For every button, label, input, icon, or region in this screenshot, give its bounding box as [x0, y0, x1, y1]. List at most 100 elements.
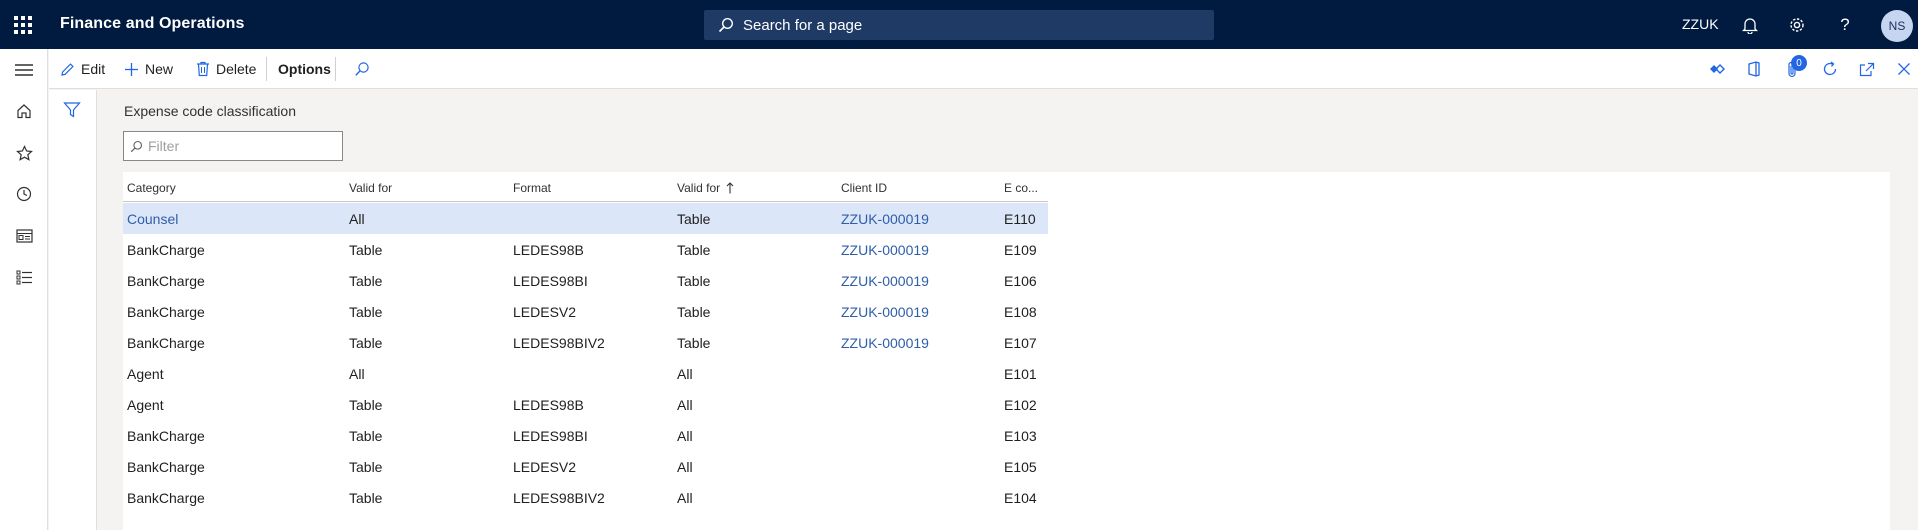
cell-category: Agent — [127, 366, 164, 382]
cell-valid-for-type: All — [677, 428, 693, 444]
toolbar-separator — [266, 57, 267, 81]
power-apps-icon[interactable] — [1706, 58, 1728, 80]
page-search-box[interactable]: Search for a page — [704, 10, 1214, 40]
cell-category: BankCharge — [127, 335, 205, 351]
cell-e-code: E108 — [1004, 304, 1037, 320]
cell-category: BankCharge — [127, 490, 205, 506]
refresh-icon[interactable] — [1819, 58, 1841, 80]
cell-valid-for: All — [349, 366, 365, 382]
cell-format: LEDES98BIV2 — [513, 490, 605, 506]
column-header-valid-for[interactable]: Valid for — [349, 181, 392, 195]
office-icon[interactable] — [1743, 58, 1765, 80]
delete-label: Delete — [216, 61, 257, 77]
table-row[interactable]: Agent Table LEDES98B All E102 — [123, 389, 1048, 420]
user-avatar[interactable]: NS — [1881, 10, 1913, 42]
trash-icon — [197, 61, 209, 77]
page-title: Expense code classification — [124, 103, 296, 119]
table-row[interactable]: BankCharge Table LEDES98BIV2 Table ZZUK-0000… — [123, 327, 1048, 358]
cell-e-code: E110 — [1004, 211, 1036, 227]
cell-valid-for: Table — [349, 490, 383, 506]
cell-valid-for-type: Table — [677, 304, 711, 320]
filter-input[interactable] — [148, 138, 338, 154]
cell-client-id[interactable]: ZZUK-000019 — [841, 304, 929, 320]
options-tab[interactable]: Options — [278, 49, 331, 89]
cell-valid-for-type: Table — [677, 335, 711, 351]
cell-format: LEDES98B — [513, 242, 584, 258]
delete-button[interactable]: Delete — [196, 49, 256, 89]
cell-category: BankCharge — [127, 459, 205, 475]
cell-valid-for: Table — [349, 273, 383, 289]
search-icon — [718, 17, 734, 33]
sort-ascending-arrow-icon — [726, 182, 734, 194]
cell-valid-for: Table — [349, 428, 383, 444]
cell-client-id[interactable]: ZZUK-000019 — [841, 242, 929, 258]
cell-valid-for-type: All — [677, 366, 693, 382]
recent-clock-icon[interactable] — [13, 183, 35, 205]
workspaces-icon[interactable] — [13, 225, 35, 247]
company-picker[interactable]: ZZUK — [1682, 16, 1719, 32]
column-header-valid-for-sorted[interactable]: Valid for — [677, 181, 734, 195]
cell-valid-for: Table — [349, 397, 383, 413]
table-row[interactable]: Counsel All Table ZZUK-000019 E110 — [123, 203, 1048, 234]
cell-valid-for-type: Table — [677, 211, 711, 227]
left-navigation-rail — [0, 49, 48, 530]
settings-gear-icon[interactable] — [1786, 14, 1808, 36]
table-row[interactable]: BankCharge Table LEDESV2 All E105 — [123, 451, 1048, 482]
hamburger-menu-icon[interactable] — [13, 59, 35, 81]
cell-valid-for-type: All — [677, 459, 693, 475]
app-title[interactable]: Finance and Operations — [60, 15, 244, 33]
modules-list-icon[interactable] — [13, 266, 35, 288]
column-header-format[interactable]: Format — [513, 181, 551, 195]
cell-category: Agent — [127, 397, 164, 413]
column-header-label: Valid for — [677, 181, 721, 195]
cell-client-id[interactable]: ZZUK-000019 — [841, 335, 929, 351]
cell-e-code: E102 — [1004, 397, 1037, 413]
table-row[interactable]: BankCharge Table LEDES98B Table ZZUK-000019 E… — [123, 234, 1048, 265]
cell-e-code: E104 — [1004, 490, 1037, 506]
cell-format: LEDESV2 — [513, 304, 577, 320]
column-header-category[interactable]: Category — [127, 181, 176, 195]
top-navigation-bar: Finance and Operations Search for a page… — [0, 0, 1918, 49]
edit-button[interactable]: Edit — [60, 49, 105, 89]
cell-client-id[interactable]: ZZUK-000019 — [841, 211, 929, 227]
cell-e-code: E109 — [1004, 242, 1037, 258]
grid-filter-field[interactable] — [123, 131, 343, 161]
filter-funnel-icon[interactable] — [63, 101, 81, 122]
cell-e-code: E106 — [1004, 273, 1037, 289]
table-row[interactable]: Agent All All E101 — [123, 358, 1048, 389]
plus-icon — [125, 62, 138, 76]
column-header-e-code[interactable]: E co... — [1004, 181, 1038, 195]
cell-category: BankCharge — [127, 242, 205, 258]
cell-valid-for: Table — [349, 242, 383, 258]
edit-label: Edit — [81, 61, 106, 77]
cell-valid-for: Table — [349, 459, 383, 475]
notifications-bell-icon[interactable] — [1739, 14, 1761, 36]
edit-pencil-icon — [61, 62, 74, 76]
cell-client-id[interactable]: ZZUK-000019 — [841, 273, 929, 289]
search-icon — [355, 62, 369, 76]
cell-category: BankCharge — [127, 428, 205, 444]
table-row[interactable]: BankCharge Table LEDESV2 Table ZZUK-000019 E1… — [123, 296, 1048, 327]
table-row[interactable]: BankCharge Table LEDES98BIV2 All E104 — [123, 482, 1048, 513]
close-icon[interactable] — [1893, 58, 1915, 80]
toolbar-separator — [335, 57, 336, 81]
favorites-star-icon[interactable] — [13, 142, 35, 164]
cell-format: LEDESV2 — [513, 459, 577, 475]
attachments-count-badge: 0 — [1791, 55, 1807, 71]
app-launcher-icon[interactable] — [14, 16, 32, 34]
cell-valid-for-type: Table — [677, 242, 711, 258]
table-row[interactable]: BankCharge Table LEDES98BI Table ZZUK-000019… — [123, 265, 1048, 296]
cell-valid-for: Table — [349, 304, 383, 320]
column-header-client-id[interactable]: Client ID — [841, 181, 887, 195]
open-in-new-window-icon[interactable] — [1856, 58, 1878, 80]
cell-valid-for: Table — [349, 335, 383, 351]
new-label: New — [145, 61, 174, 77]
new-button[interactable]: New — [124, 49, 173, 89]
table-row[interactable]: BankCharge Table LEDES98BI All E103 — [123, 420, 1048, 451]
cell-valid-for-type: All — [677, 490, 693, 506]
action-search-button[interactable] — [354, 49, 376, 89]
help-question-icon[interactable]: ? — [1834, 14, 1856, 36]
cell-valid-for-type: All — [677, 397, 693, 413]
home-icon[interactable] — [13, 100, 35, 122]
cell-e-code: E105 — [1004, 459, 1037, 475]
